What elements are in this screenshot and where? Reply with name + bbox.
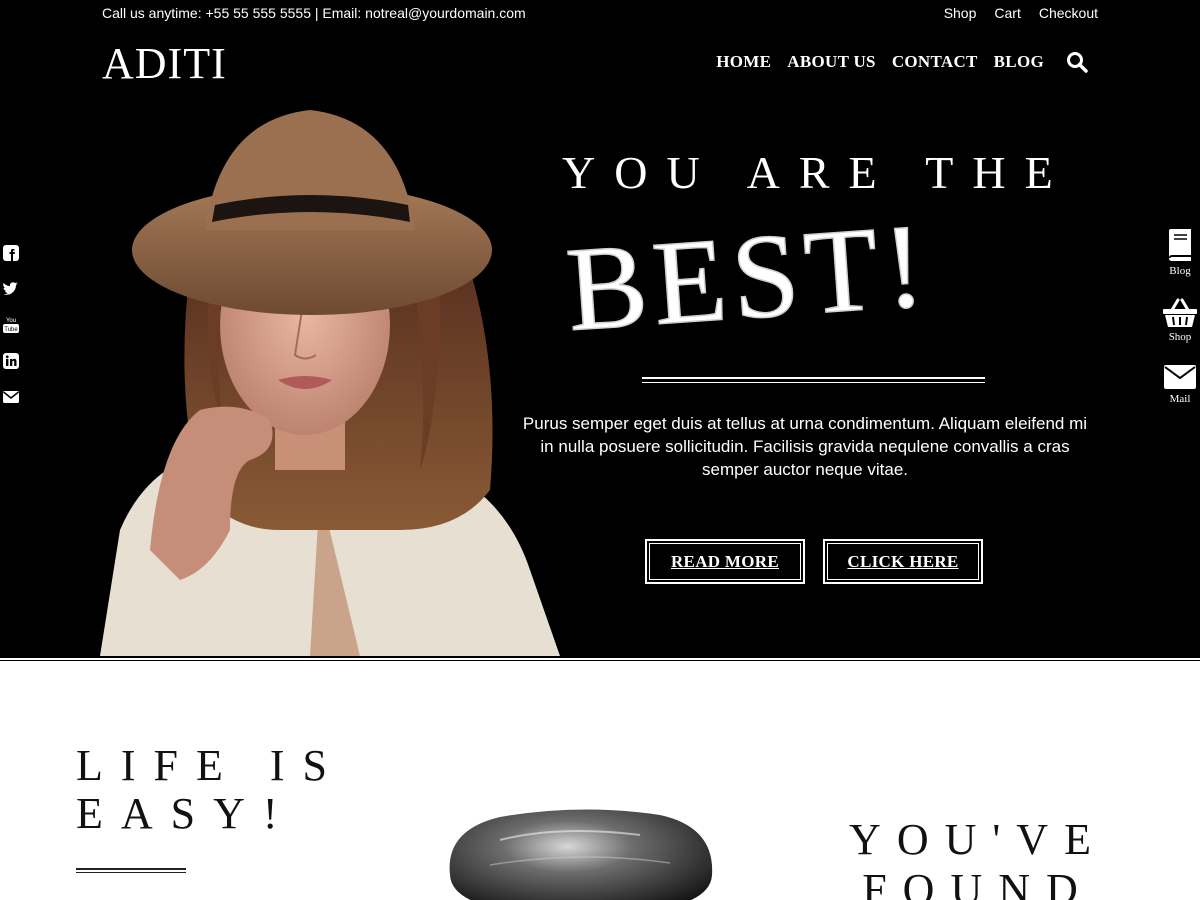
hero-title: YOU ARE THE: [562, 147, 1072, 198]
nav-item-home[interactable]: HOME: [716, 50, 771, 74]
topbar-link-checkout[interactable]: Checkout: [1039, 4, 1098, 22]
twitter-icon[interactable]: [2, 280, 20, 298]
site-logo[interactable]: ADITI: [102, 40, 227, 88]
topbar-link-shop[interactable]: Shop: [944, 4, 977, 22]
section-divider: [76, 868, 186, 873]
envelope-icon: [1164, 365, 1196, 389]
side-link-mail[interactable]: Mail: [1160, 364, 1200, 406]
book-icon: [1169, 229, 1191, 261]
hero-highlight-text: BEST!: [562, 205, 935, 355]
youtube-icon[interactable]: You Tube: [2, 316, 20, 334]
section-title-life-is-easy: LIFE IS EASY!: [76, 741, 345, 838]
side-quick-links: Blog Shop Mail: [1160, 228, 1200, 426]
side-link-shop[interactable]: Shop: [1160, 298, 1200, 344]
svg-text:You: You: [6, 318, 16, 324]
side-link-blog[interactable]: Blog: [1160, 228, 1200, 278]
read-more-button[interactable]: READ MORE: [645, 539, 805, 584]
hero-description: Purus semper eget duis at tellus at urna…: [522, 414, 1088, 479]
hero-portrait-image: [80, 110, 580, 656]
facebook-icon[interactable]: [2, 244, 20, 262]
nav-item-about-us[interactable]: ABOUT US: [787, 50, 876, 74]
linkedin-icon[interactable]: [2, 352, 20, 370]
side-link-blog-label: Blog: [1169, 265, 1191, 277]
topbar-link-cart[interactable]: Cart: [994, 4, 1020, 22]
mail-icon[interactable]: [2, 388, 20, 406]
side-link-shop-label: Shop: [1168, 331, 1192, 343]
topbar-contact-info: Call us anytime: +55 55 555 5555 | Email…: [102, 5, 526, 21]
topbar-links: Shop Cart Checkout: [944, 4, 1098, 22]
social-icons: You Tube: [2, 244, 24, 424]
section-title-youve-found: YOU'VE FOUND: [849, 815, 1107, 900]
click-here-button[interactable]: CLICK HERE: [823, 539, 983, 584]
main-nav: HOME ABOUT US CONTACT BLOG: [716, 50, 1088, 74]
svg-text:Tube: Tube: [4, 327, 18, 333]
hero-bottom-border: [0, 656, 1200, 658]
hero-section: Call us anytime: +55 55 555 5555 | Email…: [0, 0, 1200, 656]
hero-bottom-border-thin: [0, 660, 1200, 661]
hero-divider: [642, 377, 985, 383]
nav-item-blog[interactable]: BLOG: [994, 50, 1044, 74]
basket-icon: [1163, 298, 1197, 327]
svg-text:BEST!: BEST!: [563, 205, 935, 355]
side-link-mail-label: Mail: [1169, 393, 1191, 405]
search-icon[interactable]: [1066, 51, 1088, 73]
stone-image: [440, 805, 720, 900]
nav-item-contact[interactable]: CONTACT: [892, 50, 978, 74]
